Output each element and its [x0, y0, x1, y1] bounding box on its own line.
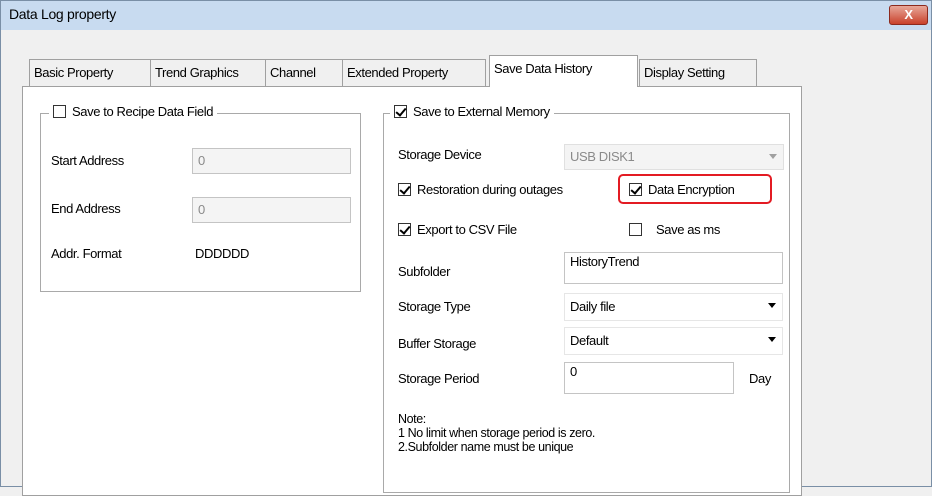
end-address-label: End Address [51, 201, 121, 216]
restoration-label: Restoration during outages [417, 182, 563, 197]
csv-label: Export to CSV File [417, 222, 517, 237]
save-external-label: Save to External Memory [413, 104, 550, 119]
tab-basic-property[interactable]: Basic Property [29, 59, 151, 86]
window-title: Data Log property [9, 6, 116, 22]
tab-trend-graphics[interactable]: Trend Graphics [150, 59, 266, 86]
save-ms-option[interactable]: Save as ms [629, 222, 720, 237]
end-address-field[interactable]: 0 [192, 197, 351, 223]
buffer-storage-value: Default [570, 333, 609, 348]
csv-option[interactable]: Export to CSV File [398, 222, 517, 237]
external-memory-group-header: Save to External Memory [390, 104, 554, 119]
addr-format-value: DDDDDD [195, 246, 249, 261]
storage-period-label: Storage Period [398, 371, 480, 386]
recipe-group-header: Save to Recipe Data Field [49, 104, 218, 119]
restoration-checkbox[interactable] [398, 183, 411, 196]
chevron-down-icon [768, 303, 776, 308]
storage-device-value: USB DISK1 [570, 149, 635, 164]
note-title: Note: [398, 412, 426, 426]
title-bar [1, 1, 931, 30]
encryption-label: Data Encryption [648, 182, 735, 197]
save-external-checkbox[interactable] [394, 105, 407, 118]
tab-save-data-history[interactable]: Save Data History [489, 55, 638, 87]
subfolder-label: Subfolder [398, 264, 451, 279]
storage-device-label: Storage Device [398, 147, 482, 162]
note-line-2: 2.Subfolder name must be unique [398, 440, 574, 454]
note-line-1: 1 No limit when storage period is zero. [398, 426, 595, 440]
close-button[interactable]: X [889, 5, 928, 25]
start-address-label: Start Address [51, 153, 124, 168]
storage-type-value: Daily file [570, 299, 616, 314]
start-address-field[interactable]: 0 [192, 148, 351, 174]
buffer-storage-select[interactable]: Default [564, 327, 783, 355]
storage-type-select[interactable]: Daily file [564, 293, 783, 321]
subfolder-input[interactable]: HistoryTrend [564, 252, 783, 284]
tab-channel[interactable]: Channel [265, 59, 343, 86]
addr-format-label: Addr. Format [51, 246, 122, 261]
note-block: Note: 1 No limit when storage period is … [398, 412, 595, 454]
tab-display-setting[interactable]: Display Setting [639, 59, 757, 86]
chevron-down-icon [769, 154, 777, 159]
encryption-checkbox[interactable] [629, 183, 642, 196]
encryption-option[interactable]: Data Encryption [629, 182, 735, 197]
chevron-down-icon [768, 337, 776, 342]
save-recipe-label: Save to Recipe Data Field [72, 104, 214, 119]
restoration-option[interactable]: Restoration during outages [398, 182, 563, 197]
storage-period-input[interactable]: 0 [564, 362, 734, 394]
storage-type-label: Storage Type [398, 299, 471, 314]
storage-period-unit: Day [749, 371, 771, 386]
csv-checkbox[interactable] [398, 223, 411, 236]
buffer-storage-label: Buffer Storage [398, 336, 476, 351]
storage-device-select[interactable]: USB DISK1 [564, 144, 784, 170]
save-ms-label: Save as ms [656, 222, 720, 237]
save-ms-checkbox[interactable] [629, 223, 642, 236]
tab-extended-property[interactable]: Extended Property [342, 59, 486, 86]
save-recipe-checkbox[interactable] [53, 105, 66, 118]
